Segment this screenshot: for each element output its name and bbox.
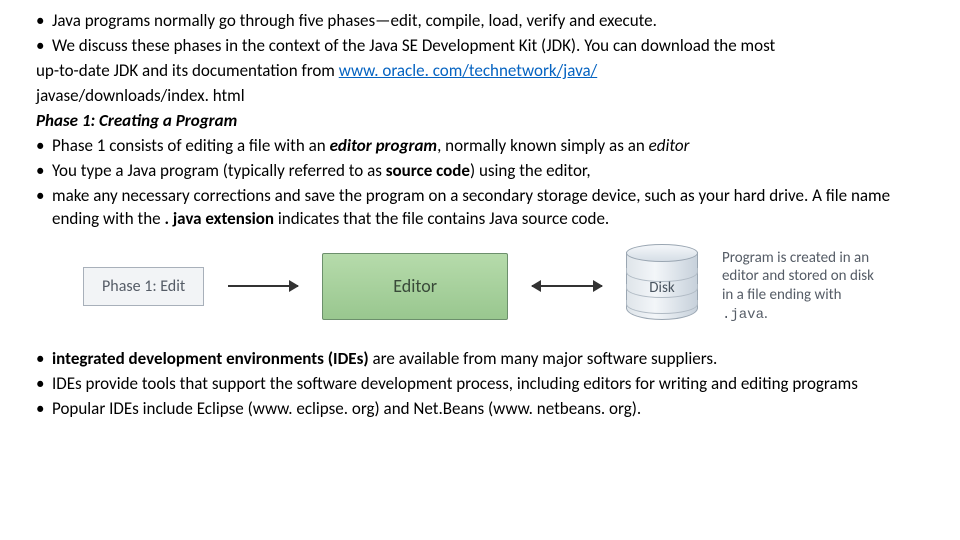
top-bullet-list: Java programs normally go through five p… [30,10,930,58]
oracle-link[interactable]: www. oracle. com/technetwork/java/ [339,60,598,81]
phase-heading: Phase 1: Creating a Program [30,110,930,133]
term: . java extension [164,208,274,229]
text: , normally known simply as an [437,135,649,156]
text: . [764,305,768,323]
diagram-caption: Program is created in an editor and stor… [722,249,877,325]
bullet-item: You type a Java program (typically refer… [52,160,930,183]
term: integrated development environments (IDE… [52,348,369,369]
arrow-right-icon [228,285,298,287]
bullet-continuation: javase/downloads/index. html [30,85,930,108]
text: Program is created in an editor and stor… [722,249,874,305]
text: indicates that the file contains Java so… [274,208,609,229]
text: We discuss these phases in the context o… [52,35,775,56]
term: source code [386,160,470,181]
bullet-item: integrated development environments (IDE… [52,348,930,371]
text: Popular IDEs include Eclipse (www. eclip… [52,398,641,419]
bullet-item: We discuss these phases in the context o… [52,35,930,58]
bullet-continuation: up-to-date JDK and its documentation fro… [30,60,930,83]
text: up-to-date JDK and its documentation fro… [36,60,339,81]
term: editor [649,135,690,156]
disk-icon: Disk [626,244,698,328]
phase-diagram: Phase 1: Edit Editor Disk Program is cre… [70,244,890,328]
text: Phase 1 consists of editing a file with … [52,135,330,156]
editor-box: Editor [322,253,508,319]
disk-label: Disk [626,278,698,298]
phase-label-box: Phase 1: Edit [83,267,204,307]
text: ) using the editor, [470,160,591,181]
code-text: .java [722,307,764,323]
bullet-item: Popular IDEs include Eclipse (www. eclip… [52,398,930,421]
bullet-item: IDEs provide tools that support the soft… [52,373,930,396]
term: editor program [330,135,438,156]
text: Java programs normally go through five p… [52,10,657,31]
bottom-bullet-list: integrated development environments (IDE… [30,348,930,421]
text: IDEs provide tools that support the soft… [52,373,858,394]
text: You type a Java program (typically refer… [52,160,386,181]
bullet-item: Java programs normally go through five p… [52,10,930,33]
bullet-item: make any necessary corrections and save … [52,185,930,231]
bullet-item: Phase 1 consists of editing a file with … [52,135,930,158]
text: are available from many major software s… [369,348,718,369]
arrow-double-icon [532,285,602,287]
phase1-bullet-list: Phase 1 consists of editing a file with … [30,135,930,231]
